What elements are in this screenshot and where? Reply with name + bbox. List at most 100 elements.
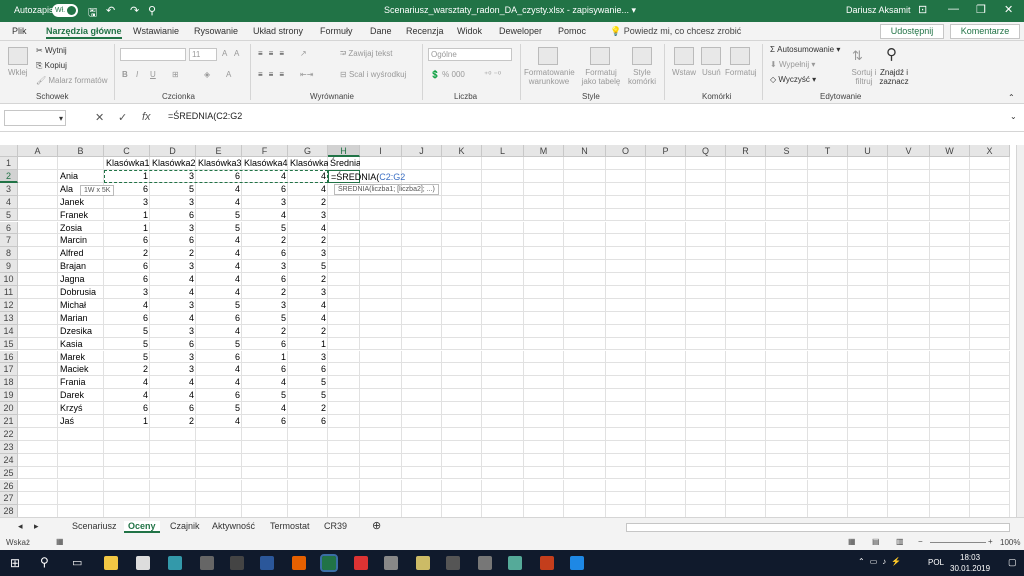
cell[interactable] [726, 427, 766, 441]
cell[interactable] [808, 350, 848, 364]
cell[interactable] [442, 350, 482, 364]
cell[interactable] [888, 195, 930, 209]
cell[interactable] [18, 182, 58, 196]
cell[interactable] [442, 169, 482, 183]
page-layout-view-icon[interactable]: ▤ [872, 537, 880, 546]
row-header-3[interactable]: 3 [0, 182, 18, 196]
cell[interactable] [150, 466, 196, 480]
cell[interactable] [482, 427, 524, 441]
cell[interactable] [442, 505, 482, 517]
cell[interactable] [606, 260, 646, 274]
cell[interactable] [606, 492, 646, 506]
grade-cell[interactable]: 6 [242, 183, 288, 196]
cell[interactable] [726, 453, 766, 467]
file-explorer-icon[interactable] [104, 556, 118, 570]
cell[interactable] [930, 247, 970, 261]
cell[interactable] [646, 479, 686, 493]
cell[interactable] [808, 402, 848, 415]
row-header-21[interactable]: 21 [0, 415, 18, 428]
cell[interactable] [360, 157, 402, 170]
clear-button[interactable]: ◇ Wyczyść ▾ [770, 75, 816, 84]
column-header-g[interactable]: G [288, 145, 328, 157]
zoom-level[interactable]: 100% [1000, 538, 1020, 547]
grade-cell[interactable]: 4 [196, 363, 242, 376]
cell[interactable] [888, 234, 930, 248]
cell[interactable] [888, 415, 930, 428]
cell[interactable] [606, 208, 646, 222]
cell[interactable] [442, 363, 482, 377]
cell[interactable] [766, 402, 808, 415]
cell[interactable] [360, 286, 402, 299]
cell[interactable] [726, 337, 766, 351]
cell[interactable] [970, 311, 1010, 325]
cell[interactable] [970, 453, 1010, 467]
cell[interactable] [848, 195, 888, 209]
cell[interactable] [18, 169, 58, 183]
cell[interactable] [646, 466, 686, 480]
cell[interactable] [288, 492, 328, 506]
active-cell-editor[interactable]: =ŚREDNIA(C2:G2 [328, 169, 405, 183]
cell[interactable] [726, 208, 766, 222]
grade-cell[interactable]: 3 [150, 196, 196, 209]
format-as-table-icon[interactable] [590, 47, 610, 65]
cell[interactable] [328, 286, 360, 299]
tab-view[interactable]: Widok [457, 26, 482, 36]
grade-cell[interactable]: 4 [104, 389, 150, 402]
grade-cell[interactable]: 3 [288, 286, 328, 299]
header-cell[interactable]: Klasówka5 [288, 157, 328, 170]
collapse-ribbon-icon[interactable]: ⌃ [1008, 93, 1015, 102]
cell[interactable] [606, 376, 646, 390]
cell[interactable] [766, 260, 808, 274]
grade-cell[interactable]: 4 [104, 299, 150, 312]
app-icon-2[interactable] [168, 556, 182, 570]
cell[interactable] [646, 260, 686, 274]
cell[interactable] [808, 337, 848, 351]
cell[interactable] [150, 492, 196, 506]
cell[interactable] [930, 311, 970, 325]
cell[interactable] [328, 247, 360, 261]
student-name-cell[interactable]: Michał [58, 299, 104, 312]
cell[interactable] [18, 260, 58, 274]
cell[interactable] [482, 505, 524, 517]
user-name[interactable]: Dariusz Aksamit [846, 5, 911, 15]
grade-cell[interactable]: 3 [104, 286, 150, 299]
column-header-n[interactable]: N [564, 145, 606, 157]
cell[interactable] [686, 208, 726, 222]
cell[interactable] [196, 440, 242, 454]
sheet-scroll-left-icon[interactable]: ◂ [18, 521, 23, 532]
cell[interactable] [564, 195, 606, 209]
cell[interactable] [442, 427, 482, 441]
cell[interactable] [888, 453, 930, 467]
student-name-cell[interactable]: Maciek [58, 363, 104, 376]
cell[interactable] [930, 453, 970, 467]
grade-cell[interactable]: 4 [196, 286, 242, 299]
cell[interactable] [18, 466, 58, 480]
cell[interactable] [970, 169, 1010, 183]
cell[interactable] [888, 182, 930, 196]
cell[interactable] [606, 466, 646, 480]
grade-cell[interactable]: 5 [104, 338, 150, 351]
cell[interactable] [970, 492, 1010, 506]
grade-cell[interactable]: 1 [104, 415, 150, 428]
cell[interactable] [888, 247, 930, 261]
cell[interactable] [482, 402, 524, 415]
cell[interactable] [888, 157, 930, 170]
cell[interactable] [150, 427, 196, 441]
cell[interactable] [524, 402, 564, 415]
cell[interactable] [288, 453, 328, 467]
cell[interactable] [726, 221, 766, 235]
cell[interactable] [328, 440, 360, 454]
sheet-tab-cr39[interactable]: CR39 [324, 521, 347, 531]
font-color-icon[interactable]: A [226, 70, 231, 79]
cell[interactable] [848, 453, 888, 467]
cell[interactable] [646, 234, 686, 248]
cell[interactable] [442, 182, 482, 196]
cell[interactable] [360, 247, 402, 261]
cell[interactable] [686, 157, 726, 170]
cell[interactable] [402, 479, 442, 493]
cell[interactable] [328, 376, 360, 390]
cell[interactable] [606, 311, 646, 325]
cell[interactable] [970, 157, 1010, 170]
cell[interactable] [482, 208, 524, 222]
grade-cell[interactable]: 5 [288, 260, 328, 273]
